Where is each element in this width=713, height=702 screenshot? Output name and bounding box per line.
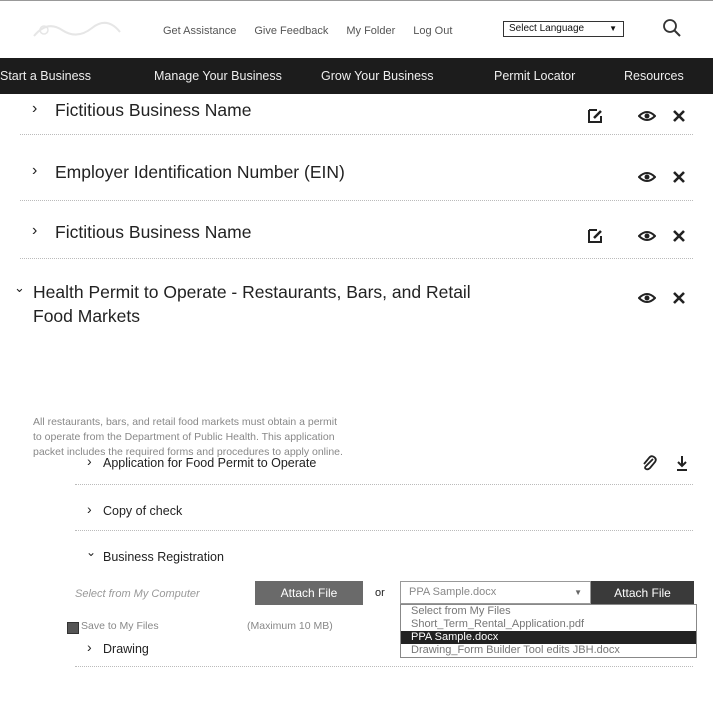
nav-manage-your-business[interactable]: Manage Your Business: [154, 58, 282, 94]
section-title: Fictitious Business Name: [55, 222, 252, 242]
chevron-right-icon: ›: [32, 222, 38, 239]
section-title: Employer Identification Number (EIN): [55, 162, 345, 182]
download-icon[interactable]: [673, 454, 691, 472]
section-row[interactable]: › Fictitious Business Name: [0, 210, 713, 270]
divider: [75, 530, 693, 532]
close-icon[interactable]: [670, 107, 688, 125]
max-size-label: (Maximum 10 MB): [247, 620, 333, 632]
section-title-line2: Food Markets: [33, 306, 140, 326]
eye-icon[interactable]: [638, 227, 656, 245]
dropdown-option[interactable]: Select from My Files: [401, 605, 696, 618]
chevron-right-icon: ›: [87, 501, 92, 517]
eye-icon[interactable]: [638, 289, 656, 307]
eye-icon[interactable]: [638, 168, 656, 186]
divider: [20, 134, 693, 136]
attach-file-button-2[interactable]: Attach File: [591, 581, 694, 605]
close-icon[interactable]: [670, 289, 688, 307]
top-rule: [0, 0, 713, 1]
my-files-select-value: PPA Sample.docx: [409, 586, 497, 598]
paperclip-icon[interactable]: [640, 454, 658, 472]
divider: [20, 258, 693, 260]
subitem-title: Application for Food Permit to Operate: [103, 456, 317, 470]
subitem-row[interactable]: › Application for Food Permit to Operate: [0, 450, 713, 488]
edit-icon[interactable]: [586, 107, 604, 125]
language-select[interactable]: Select Language ▼: [503, 21, 624, 37]
chevron-down-icon: ⌄: [86, 545, 97, 559]
top-header: Get Assistance Give Feedback My Folder L…: [0, 0, 713, 58]
chevron-down-icon: ⌄: [14, 280, 25, 295]
subitem-row-expanded[interactable]: ⌄ Business Registration: [0, 544, 713, 574]
section-row-expanded[interactable]: ⌄ Health Permit to Operate - Restaurants…: [0, 270, 713, 340]
attach-file-button[interactable]: Attach File: [255, 581, 363, 605]
nav-resources[interactable]: Resources: [624, 58, 684, 94]
upload-computer-label: Select from My Computer: [75, 588, 200, 600]
get-assistance-link[interactable]: Get Assistance: [163, 25, 236, 37]
divider: [75, 666, 693, 668]
chevron-right-icon: ›: [87, 453, 92, 469]
utility-links: Get Assistance Give Feedback My Folder L…: [163, 22, 452, 40]
subitem-row[interactable]: › Drawing: [0, 636, 713, 672]
main-nav: Start a Business Manage Your Business Gr…: [0, 58, 713, 94]
chevron-right-icon: ›: [32, 162, 38, 179]
nav-grow-your-business[interactable]: Grow Your Business: [321, 58, 434, 94]
chevron-down-icon: ▼: [574, 588, 582, 597]
log-out-link[interactable]: Log Out: [413, 25, 452, 37]
save-to-files-label: Save to My Files: [81, 620, 159, 632]
chevron-right-icon: ›: [87, 639, 92, 655]
language-select-value: Select Language: [509, 23, 585, 34]
search-icon[interactable]: [662, 18, 682, 38]
my-files-select[interactable]: PPA Sample.docx ▼: [400, 581, 591, 604]
subitem-title: Copy of check: [103, 504, 183, 518]
edit-icon[interactable]: [586, 227, 604, 245]
my-folder-link[interactable]: My Folder: [346, 25, 395, 37]
section-row[interactable]: › Fictitious Business Name: [0, 94, 713, 144]
chevron-right-icon: ›: [32, 100, 38, 117]
divider: [75, 484, 693, 486]
close-icon[interactable]: [670, 168, 688, 186]
nav-permit-locator[interactable]: Permit Locator: [494, 58, 575, 94]
or-label: or: [375, 587, 385, 599]
divider: [20, 200, 693, 202]
nav-start-a-business[interactable]: Start a Business: [0, 58, 91, 94]
save-to-files-checkbox[interactable]: [67, 622, 79, 634]
site-logo[interactable]: [32, 16, 122, 42]
give-feedback-link[interactable]: Give Feedback: [254, 25, 328, 37]
subitem-title: Drawing: [103, 642, 149, 656]
subitem-title: Business Registration: [103, 550, 224, 564]
section-title: Health Permit to Operate - Restaurants, …: [33, 282, 471, 302]
section-row[interactable]: › Employer Identification Number (EIN): [0, 150, 713, 210]
chevron-down-icon: ▼: [609, 24, 617, 33]
subitem-row[interactable]: › Copy of check: [0, 498, 713, 534]
close-icon[interactable]: [670, 227, 688, 245]
eye-icon[interactable]: [638, 107, 656, 125]
dropdown-option[interactable]: Short_Term_Rental_Application.pdf: [401, 618, 696, 631]
section-title: Fictitious Business Name: [55, 100, 252, 120]
